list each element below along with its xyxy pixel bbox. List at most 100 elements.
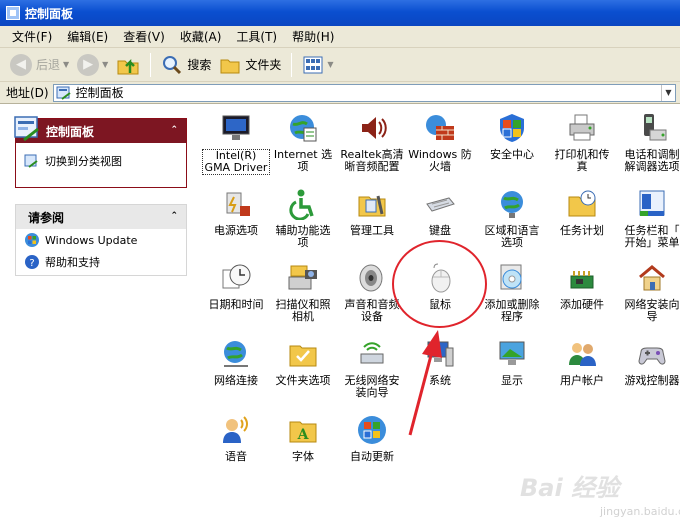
windows-update-link[interactable]: Windows Update [16,229,186,251]
switch-category-view-link[interactable]: 切换到分类视图 [16,150,186,172]
windows-update-icon [358,416,386,444]
menu-help[interactable]: 帮助(H) [286,28,343,45]
back-label: 后退 [36,58,61,72]
control-panel-box: 控制面板 ⌃ 切换到分类视图 [14,116,187,188]
add-remove-programs-icon [500,264,522,290]
accessibility-options-item[interactable]: 辅助功能选 项 [267,188,339,249]
address-value: 控制面板 [75,86,124,100]
speaker-icon [359,264,383,292]
scheduled-tasks-item[interactable]: 任务计划 [546,188,618,237]
address-input[interactable]: 控制面板 ▼ [52,83,676,102]
phone-icon [644,114,667,141]
power-icon [226,192,250,216]
tools-icon [358,195,386,217]
phone-modem-item[interactable]: 电话和调制 解调器选项 [616,112,680,173]
collapse-chevron-icon[interactable]: ⌃ [170,211,178,221]
administrative-tools-item[interactable]: 管理工具 [336,188,408,237]
taskbar-start-menu-item[interactable]: 任务栏和「 开始」菜单 [616,188,680,249]
views-button[interactable]: ▼ [298,51,337,79]
internet-options-item[interactable]: Internet 选 项 [267,112,339,173]
title-bar: 控制面板 [0,0,680,26]
window-title: 控制面板 [25,6,74,21]
see-also-header[interactable]: 请参阅 ⌃ [16,205,186,229]
automatic-updates-item[interactable]: 自动更新 [336,414,408,463]
see-also-title: 请参阅 [28,210,65,225]
menu-bar: 文件(F) 编辑(E) 查看(V) 收藏(A) 工具(T) 帮助(H) [0,26,680,48]
fonts-item[interactable]: A 字体 [267,414,339,463]
globe-icon [501,191,523,218]
realtek-audio-item[interactable]: Realtek高清 晰音频配置 [336,112,408,173]
windows-firewall-item[interactable]: Windows 防 火墙 [404,112,476,173]
folders-label: 文件夹 [245,58,282,72]
display-item[interactable]: 显示 [476,338,548,387]
display-icon [499,341,525,365]
clock-icon [222,264,251,289]
power-options-item[interactable]: 电源选项 [200,188,272,237]
address-dropdown-icon[interactable]: ▼ [661,84,675,101]
globe-icon [290,115,317,142]
search-button[interactable]: 搜索 [157,51,215,79]
folders-button[interactable]: 文件夹 [215,51,285,79]
intel-gma-driver-item[interactable]: Intel(R) GMA Driver [200,112,272,175]
game-controllers-item[interactable]: 游戏控制器 [616,338,680,387]
address-label: 地址(D) [6,86,49,100]
folder-up-icon [117,58,139,74]
svg-text:A: A [297,427,310,443]
regional-language-item[interactable]: 区域和语言 选项 [476,188,548,249]
category-view-icon [24,154,38,168]
help-support-label: 帮助和支持 [45,256,100,269]
security-center-item[interactable]: 安全中心 [476,112,548,161]
date-time-item[interactable]: 日期和时间 [200,262,272,311]
scanners-cameras-item[interactable]: 扫描仪和照 相机 [267,262,339,323]
hardware-icon [570,271,594,289]
menu-view[interactable]: 查看(V) [117,28,174,45]
wireless-network-wizard-item[interactable]: 无线网络安 装向导 [336,338,408,399]
keyboard-item[interactable]: 键盘 [404,188,476,237]
printers-faxes-item[interactable]: 打印机和传 真 [546,112,618,173]
add-hardware-item[interactable]: 添加硬件 [546,262,618,311]
network-connections-item[interactable]: 网络连接 [200,338,272,387]
house-icon [639,265,665,291]
svg-text:?: ? [29,258,34,269]
up-button[interactable] [112,51,144,79]
switch-category-view-label: 切换到分类视图 [45,155,122,168]
menu-edit[interactable]: 编辑(E) [61,28,117,45]
baidu-watermark-url: jingyan.baidu.com [600,505,680,518]
chevron-down-icon[interactable]: ▼ [63,60,69,69]
windows-update-icon [25,233,39,247]
keyboard-icon [426,197,455,212]
camera-icon [288,265,317,290]
back-button[interactable]: ◀ 后退 ▼ [6,51,73,79]
scheduled-tasks-icon [568,190,596,217]
back-arrow-icon: ◀ [10,53,32,76]
help-icon: ? [25,255,39,269]
see-also-box: 请参阅 ⌃ Windows Update ? 帮助和支持 [15,204,187,276]
windows-update-label: Windows Update [45,233,138,247]
user-accounts-item[interactable]: 用户帐户 [546,338,618,387]
collapse-chevron-icon[interactable]: ⌃ [170,125,178,135]
control-panel-icon [56,86,71,100]
add-remove-programs-item[interactable]: 添加或删除 程序 [476,262,548,323]
control-panel-header[interactable]: 控制面板 ⌃ [14,116,186,143]
search-icon [163,55,182,74]
wireless-icon [360,342,384,364]
control-panel-title: 控制面板 [46,124,95,139]
gamepad-icon [638,347,666,365]
red-arrow-icon [408,330,442,436]
network-globe-icon [224,341,248,367]
menu-favorites[interactable]: 收藏(A) [174,28,231,45]
speaker-icon [362,117,387,139]
forward-arrow-icon: ▶ [77,53,100,76]
chevron-down-icon[interactable]: ▼ [102,60,108,69]
speech-icon [223,416,248,443]
speech-item[interactable]: 语音 [200,414,272,463]
toolbar-separator [150,52,152,77]
menu-tools[interactable]: 工具(T) [230,28,286,45]
users-icon [569,343,596,366]
help-support-link[interactable]: ? 帮助和支持 [16,251,186,273]
network-setup-wizard-item[interactable]: 网络安装向 导 [616,262,680,323]
chevron-down-icon[interactable]: ▼ [327,60,333,69]
folder-options-item[interactable]: 文件夹选项 [267,338,339,387]
forward-button[interactable]: ▶ ▼ [73,51,112,79]
menu-file[interactable]: 文件(F) [6,28,61,45]
